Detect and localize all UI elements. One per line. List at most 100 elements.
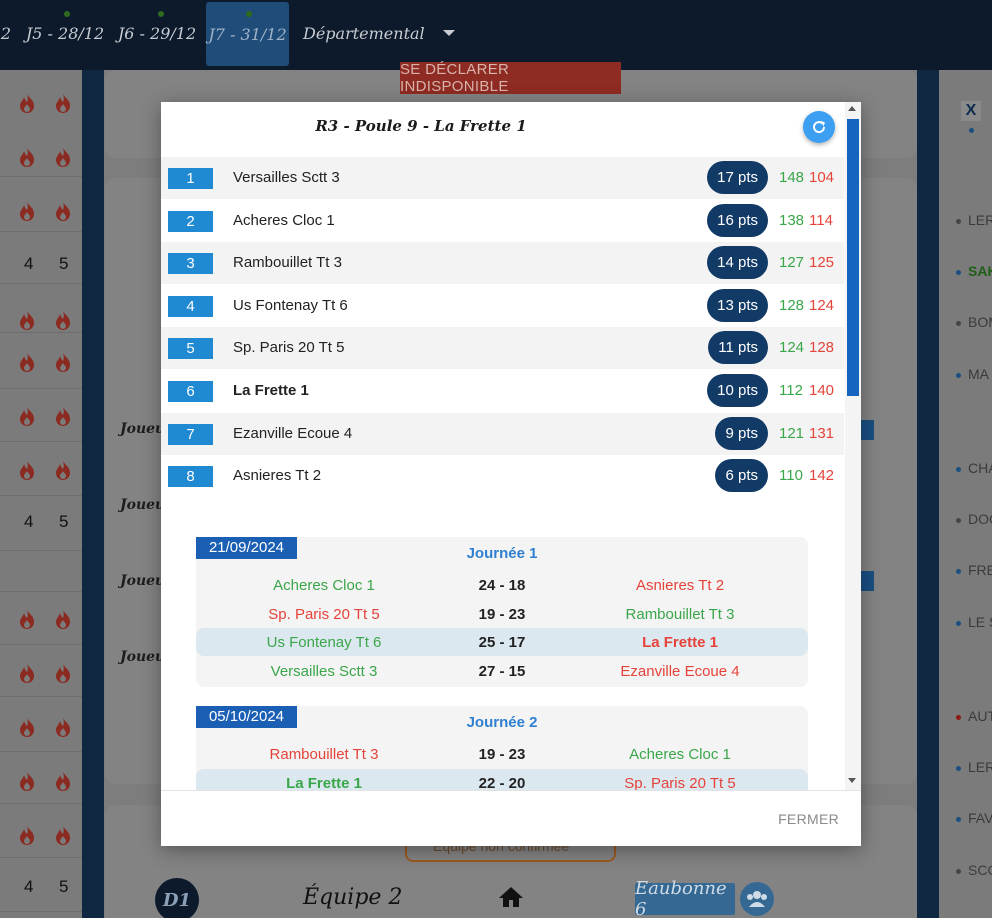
scrollbar-thumb[interactable]: [847, 119, 859, 396]
close-icon[interactable]: X: [961, 101, 981, 121]
status-dot: [956, 817, 961, 822]
points-badge: 13 pts: [707, 288, 768, 322]
points-against: 131: [809, 424, 835, 442]
rank-position: 5: [168, 338, 213, 360]
points-badge: 11 pts: [708, 331, 768, 365]
tab-j6[interactable]: J6 - 29/12: [114, 0, 200, 66]
ranking-row[interactable]: 7 Ezanville Ecoue 4 9 pts 121 131: [161, 412, 844, 455]
points-against: 142: [809, 467, 835, 485]
team-name: La Frette 1: [233, 382, 309, 399]
player-name: CHA: [968, 460, 992, 476]
points-for: 148: [779, 169, 805, 186]
score-cell: 5: [59, 877, 69, 896]
score-cell: 4: [24, 254, 34, 273]
status-dot: [956, 518, 961, 523]
tab-j5[interactable]: J5 - 28/12: [22, 0, 108, 66]
left-row-divider: [0, 390, 82, 442]
points-against: 124: [809, 296, 835, 314]
caret-down-icon[interactable]: [442, 30, 455, 36]
rank-position: 2: [168, 210, 213, 232]
ranking-row[interactable]: 8 Asnieres Tt 2 6 pts 110 142: [161, 455, 844, 497]
match-row[interactable]: Rambouillet Tt 3 19 - 23 Acheres Cloc 1: [196, 740, 808, 768]
points-against: 125: [809, 254, 835, 272]
ranking-row[interactable]: 1 Versailles Sctt 3 17 pts 148 104: [161, 157, 844, 199]
rank-position: 1: [168, 168, 213, 189]
journee-title: Journée 2: [466, 714, 538, 731]
opponent-chip[interactable]: Eaubonne 6: [635, 878, 735, 918]
team-name: Sp. Paris 20 Tt 5: [233, 339, 345, 357]
home-team: Us Fontenay Tt 6: [266, 634, 382, 651]
ranking-row[interactable]: 6 La Frette 1 10 pts 112 140: [161, 370, 844, 412]
points-for: 110: [779, 467, 803, 485]
tab-j7[interactable]: J7 - 31/12: [206, 2, 289, 66]
match-row[interactable]: Us Fontenay Tt 6 25 - 17 La Frette 1: [196, 628, 808, 656]
right-column: [939, 70, 992, 918]
match-score: 25 - 17: [478, 634, 526, 651]
group-icon[interactable]: [740, 882, 774, 916]
left-row-divider: [0, 444, 82, 496]
status-dot: [956, 467, 961, 472]
tab-departemental[interactable]: Départemental: [296, 0, 455, 66]
player-name: MA: [968, 366, 989, 382]
points-against: 140: [809, 382, 835, 399]
points-for: 121: [779, 424, 805, 442]
ranking-row[interactable]: 2 Acheres Cloc 1 16 pts 138 114: [161, 200, 844, 242]
unavailable-button[interactable]: SE DÉCLARER INDISPONIBLE: [400, 61, 621, 95]
points-for: 128: [779, 296, 805, 314]
away-team: Asnieres Tt 2: [635, 577, 725, 594]
player-name: SAK: [968, 263, 992, 279]
rank-position: 3: [168, 253, 213, 275]
left-row-divider: [0, 593, 82, 645]
ranking-row[interactable]: 4 Us Fontenay Tt 6 13 pts 128 124: [161, 285, 844, 327]
player-name: DOO: [968, 511, 992, 527]
status-dot: [956, 219, 961, 224]
status-dot: [158, 11, 164, 17]
home-team: La Frette 1: [286, 774, 362, 791]
tab-label: J7 - 31/12: [208, 24, 287, 44]
status-dot: [246, 11, 252, 17]
points-for: 112: [779, 382, 803, 399]
ranking-row[interactable]: 5 Sp. Paris 20 Tt 5 11 pts 124 128: [161, 327, 844, 370]
home-team: Sp. Paris 20 Tt 5: [268, 605, 380, 623]
team-name: Us Fontenay Tt 6: [233, 296, 348, 314]
points-badge: 6 pts: [715, 459, 768, 493]
status-dot: [956, 869, 961, 874]
tab-previous[interactable]: 2: [0, 0, 12, 66]
rank-position: 4: [168, 295, 213, 317]
flame-icon: [18, 93, 36, 113]
ranking-row[interactable]: 3 Rambouillet Tt 3 14 pts 127 125: [161, 242, 844, 285]
refresh-icon[interactable]: [803, 111, 835, 143]
scroll-down-icon[interactable]: [848, 778, 856, 783]
modal-scroll-content[interactable]: 1 Versailles Sctt 3 17 pts 148 104 2 Acheres C…: [161, 157, 844, 790]
player-name: LER: [968, 212, 992, 228]
left-row-divider: [0, 540, 82, 592]
rank-position: 8: [168, 466, 213, 488]
match-row[interactable]: Versailles Sctt 3 27 - 15 Ezanville Ecoue …: [196, 657, 808, 685]
modal-title: R3 - Poule 9 - La Frette 1: [315, 117, 527, 135]
player-name: BOM: [968, 314, 992, 330]
team-name: Rambouillet Tt 3: [233, 254, 342, 272]
close-button[interactable]: FERMER: [778, 811, 839, 827]
left-row-divider: [0, 281, 82, 333]
points-badge: 14 pts: [707, 246, 768, 280]
player-name: LER: [968, 759, 992, 775]
match-row[interactable]: Acheres Cloc 1 24 - 18 Asnieres Tt 2: [196, 571, 808, 599]
journee-title: Journée 1: [466, 545, 538, 562]
rank-position: 6: [168, 381, 213, 402]
match-row[interactable]: Sp. Paris 20 Tt 5 19 - 23 Rambouillet Tt 3: [196, 600, 808, 628]
home-team: Versailles Sctt 3: [270, 662, 378, 680]
scroll-up-icon[interactable]: [848, 106, 856, 111]
left-row-divider: [0, 180, 82, 232]
status-dot: [956, 270, 961, 275]
divider-band: [917, 70, 939, 918]
player-name: SCO: [968, 862, 992, 878]
left-row-divider: [0, 645, 82, 697]
left-row-divider: [0, 860, 82, 912]
journee-card: 05/10/2024 Journée 2 Rambouillet Tt 3 19 - …: [196, 706, 808, 790]
points-for: 138: [779, 211, 805, 229]
division-badge: D1: [155, 878, 199, 918]
away-team: Ezanville Ecoue 4: [620, 662, 740, 680]
match-row[interactable]: La Frette 1 22 - 20 Sp. Paris 20 Tt 5: [196, 768, 808, 791]
match-score: 19 - 23: [478, 605, 526, 623]
left-row-divider: [0, 806, 82, 858]
